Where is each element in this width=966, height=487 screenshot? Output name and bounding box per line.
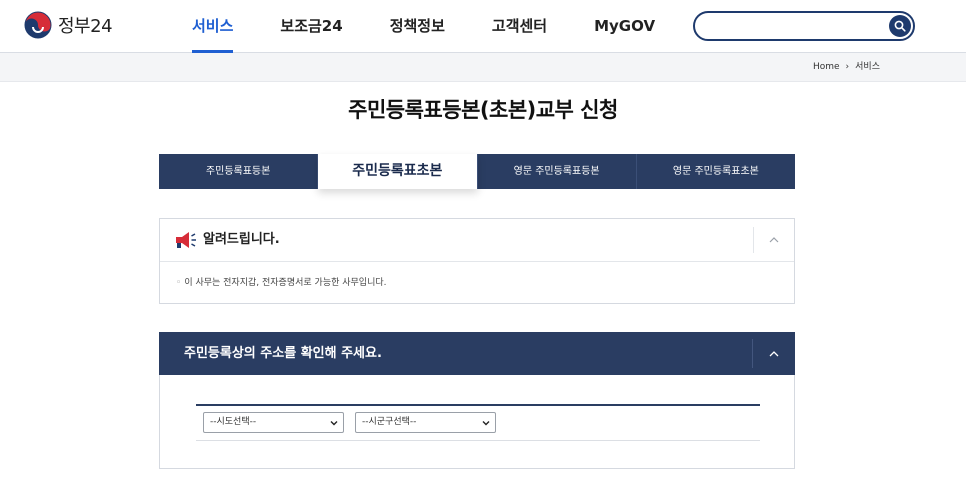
main-nav: 서비스 보조금24 정책정보 고객센터 MyGOV — [172, 0, 682, 53]
address-panel: 주민등록상의 주소를 확인해 주세요. --시도선택-- --시군구선택-- — [159, 332, 795, 469]
certificate-tabs: 주민등록표등본 주민등록표초본 영문 주민등록표등본 영문 주민등록표초본 — [159, 154, 795, 189]
search-box — [693, 11, 915, 41]
search-input[interactable] — [707, 17, 881, 37]
megaphone-icon — [176, 232, 196, 248]
breadcrumb-bar: Home › 서비스 — [0, 53, 966, 82]
search-icon — [894, 20, 906, 32]
address-select-row: --시도선택-- --시군구선택-- — [196, 406, 760, 441]
site-logo[interactable]: 정부24 — [24, 11, 113, 39]
tab-english-register-abstract[interactable]: 영문 주민등록표초본 — [636, 154, 795, 189]
taegeuk-logo-icon — [24, 11, 52, 39]
breadcrumb: Home › 서비스 — [813, 53, 880, 81]
notice-title: 알려드립니다. — [203, 232, 280, 247]
sigungu-select-value: --시군구선택-- — [362, 417, 417, 427]
nav-item-mygov[interactable]: MyGOV — [574, 0, 675, 52]
breadcrumb-separator: › — [845, 62, 850, 72]
page-title: 주민등록표등본(초본)교부 신청 — [348, 98, 618, 122]
breadcrumb-current[interactable]: 서비스 — [855, 53, 880, 81]
chevron-up-icon — [769, 350, 779, 356]
tab-resident-register-copy[interactable]: 주민등록표등본 — [159, 154, 319, 189]
tab-english-register-copy[interactable]: 영문 주민등록표등본 — [477, 154, 637, 189]
search-button[interactable] — [889, 15, 911, 37]
nav-item-policy[interactable]: 정책정보 — [370, 0, 465, 52]
notice-header: 알려드립니다. — [160, 219, 794, 262]
address-panel-header: 주민등록상의 주소를 확인해 주세요. — [159, 332, 795, 375]
chevron-down-icon — [482, 421, 490, 426]
breadcrumb-home[interactable]: Home — [813, 53, 840, 81]
nav-item-services[interactable]: 서비스 — [172, 0, 253, 53]
brand-name: 정부24 — [58, 16, 113, 37]
sido-select-value: --시도선택-- — [210, 417, 257, 427]
address-panel-title: 주민등록상의 주소를 확인해 주세요. — [184, 346, 382, 361]
notice-panel: 알려드립니다. ◦ 이 사무는 전자지갑, 전자증명서로 가능한 사무입니다. — [159, 218, 795, 304]
sido-select[interactable]: --시도선택-- — [203, 412, 344, 433]
chevron-up-icon — [769, 237, 779, 243]
nav-item-customer-center[interactable]: 고객센터 — [472, 0, 567, 52]
notice-item: ◦ 이 사무는 전자지갑, 전자증명서로 가능한 사무입니다. — [176, 275, 387, 288]
sigungu-select[interactable]: --시군구선택-- — [355, 412, 496, 433]
notice-item-text: 이 사무는 전자지갑, 전자증명서로 가능한 사무입니다. — [184, 278, 387, 288]
site-header: 정부24 서비스 보조금24 정책정보 고객센터 MyGOV — [0, 0, 966, 53]
address-collapse-button[interactable] — [752, 339, 795, 368]
bullet-icon: ◦ — [176, 278, 182, 288]
notice-collapse-button[interactable] — [753, 227, 794, 253]
tab-resident-register-abstract[interactable]: 주민등록표초본 — [318, 154, 478, 189]
nav-item-subsidy[interactable]: 보조금24 — [260, 0, 362, 52]
chevron-down-icon — [330, 421, 338, 426]
